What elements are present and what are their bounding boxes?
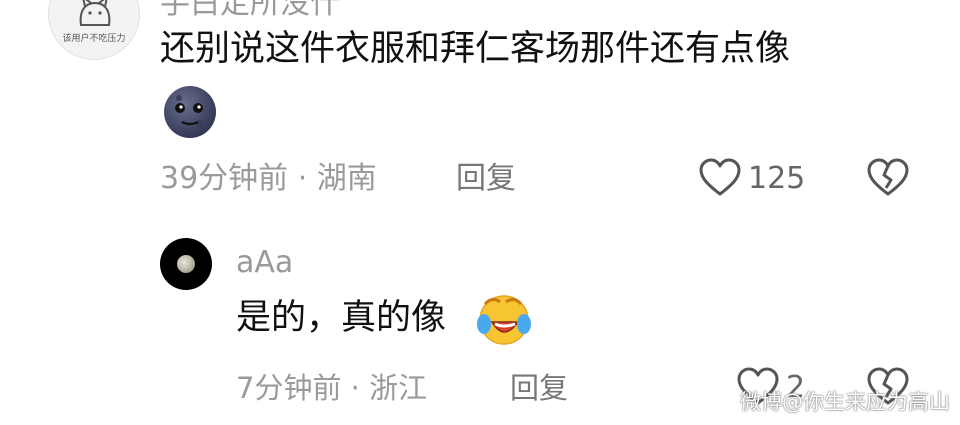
moon-avatar-icon [177,255,195,273]
like-count: 125 [748,161,806,196]
broken-heart-icon[interactable] [866,158,910,198]
reply-button[interactable]: 回复 [510,374,568,403]
comment-time-location: 7分钟前 · 浙江 [236,371,428,405]
avatar[interactable]: 该用户不吃压力 [48,0,140,60]
new-moon-face-emoji [164,86,216,138]
comment-username[interactable]: aAa [236,248,293,278]
avatar[interactable] [160,238,212,290]
watermark: 微博@你生来应为高山 [740,390,950,414]
comment-text: 还别说这件衣服和拜仁客场那件还有点像 [160,29,791,69]
comment-time-location: 39分钟前 · 湖南 [160,161,377,196]
comment-username[interactable]: 手白定所没什 [160,0,340,22]
avatar-caption: 该用户不吃压力 [62,34,126,44]
cat-avatar-icon [79,0,111,26]
comment-text: 是的，真的像 [236,298,447,338]
like-heart-icon[interactable] [698,158,742,198]
laughing-tears-emoji [477,295,531,345]
reply-button[interactable]: 回复 [456,164,516,194]
